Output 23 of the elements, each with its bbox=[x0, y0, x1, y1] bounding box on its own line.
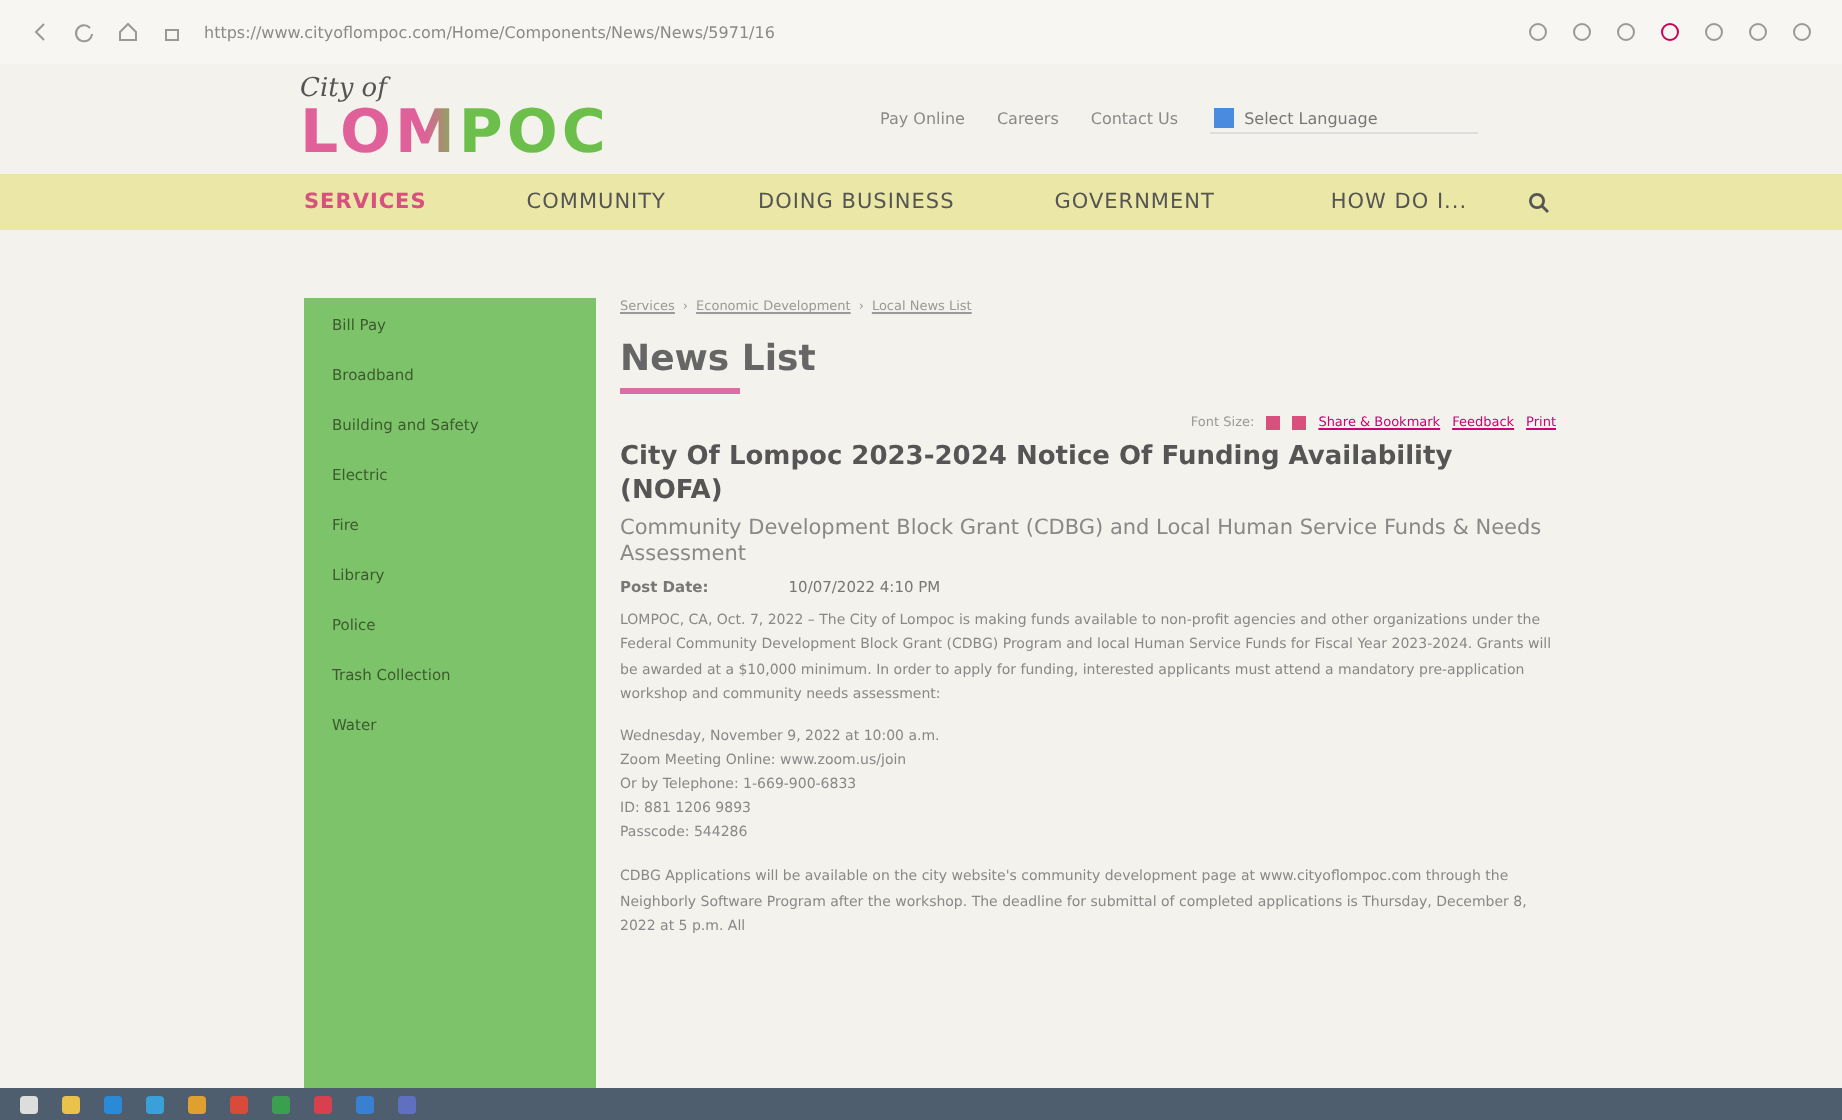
header-link[interactable]: Careers bbox=[996, 110, 1059, 128]
title-underline bbox=[620, 388, 740, 394]
search-icon[interactable] bbox=[1527, 191, 1550, 213]
taskbar-app-icon[interactable] bbox=[188, 1095, 206, 1113]
header-link[interactable]: Pay Online bbox=[880, 110, 965, 128]
nav-item[interactable]: HOW DO I... bbox=[1330, 190, 1468, 214]
nav-item[interactable]: DOING BUSINESS bbox=[757, 190, 955, 214]
header-link[interactable]: Contact Us bbox=[1090, 110, 1179, 128]
language-select[interactable]: Select Language bbox=[1210, 104, 1479, 134]
nav-item[interactable]: GOVERNMENT bbox=[1054, 190, 1215, 214]
taskbar-app-icon[interactable] bbox=[20, 1095, 38, 1113]
address-bar[interactable]: https://www.cityoflompoc.com/Home/Components/News/News/5971/16 bbox=[204, 23, 1506, 41]
taskbar-app-icon[interactable] bbox=[62, 1095, 80, 1113]
nav-item[interactable]: COMMUNITY bbox=[526, 190, 666, 214]
page-title: News List bbox=[620, 338, 818, 380]
article-subtitle: Community Development Block Grant (CDBG) and Local Human Service Funds & Needs Assessment bbox=[620, 515, 1544, 569]
article-title: City Of Lompoc 2023-2024 Notice Of Funding Availability (NOFA) bbox=[620, 442, 1455, 510]
nav-item[interactable]: SERVICES bbox=[304, 190, 427, 214]
taskbar-app-icon[interactable] bbox=[272, 1095, 290, 1113]
logo-script[interactable]: City of bbox=[300, 74, 387, 104]
home-icon[interactable] bbox=[116, 20, 140, 44]
refresh-icon[interactable] bbox=[72, 20, 96, 44]
taskbar-app-icon[interactable] bbox=[146, 1095, 164, 1113]
